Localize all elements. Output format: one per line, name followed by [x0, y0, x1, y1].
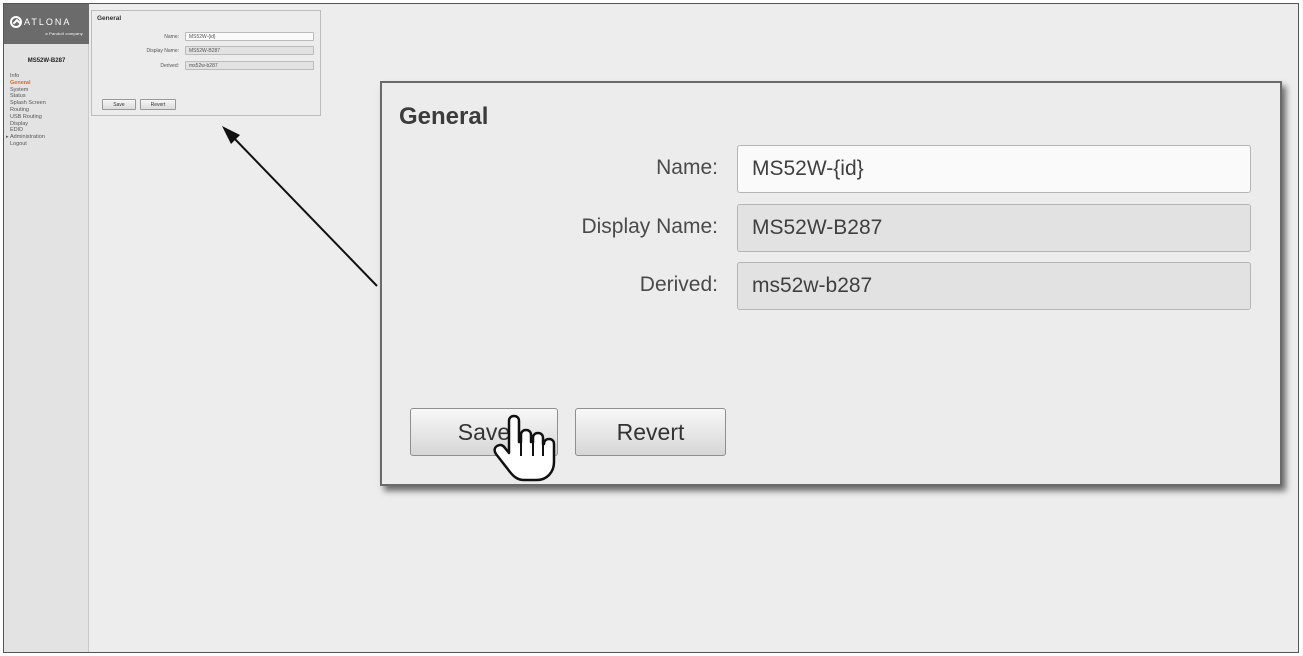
zoomed-display-name-field: MS52W-B287: [737, 204, 1251, 252]
zoomed-display-name-row: Display Name: MS52W-B287: [382, 204, 1284, 252]
zoomed-panel-title: General: [399, 103, 489, 130]
zoomed-name-row: Name: MS52W-{id}: [382, 145, 1284, 193]
hand-pointer-icon: [493, 414, 556, 482]
zoomed-derived-label: Derived:: [639, 273, 718, 296]
zoomed-derived-row: Derived: ms52w-b287: [382, 262, 1284, 310]
zoomed-revert-button[interactable]: Revert: [575, 408, 726, 456]
zoomed-name-input[interactable]: MS52W-{id}: [737, 145, 1251, 193]
zoomed-name-label: Name:: [656, 156, 718, 179]
zoomed-display-name-label: Display Name:: [581, 215, 718, 238]
browser-frame: ATLONA a Panduit company MS52W-B287 Info…: [3, 3, 1299, 653]
zoomed-derived-field: ms52w-b287: [737, 262, 1251, 310]
